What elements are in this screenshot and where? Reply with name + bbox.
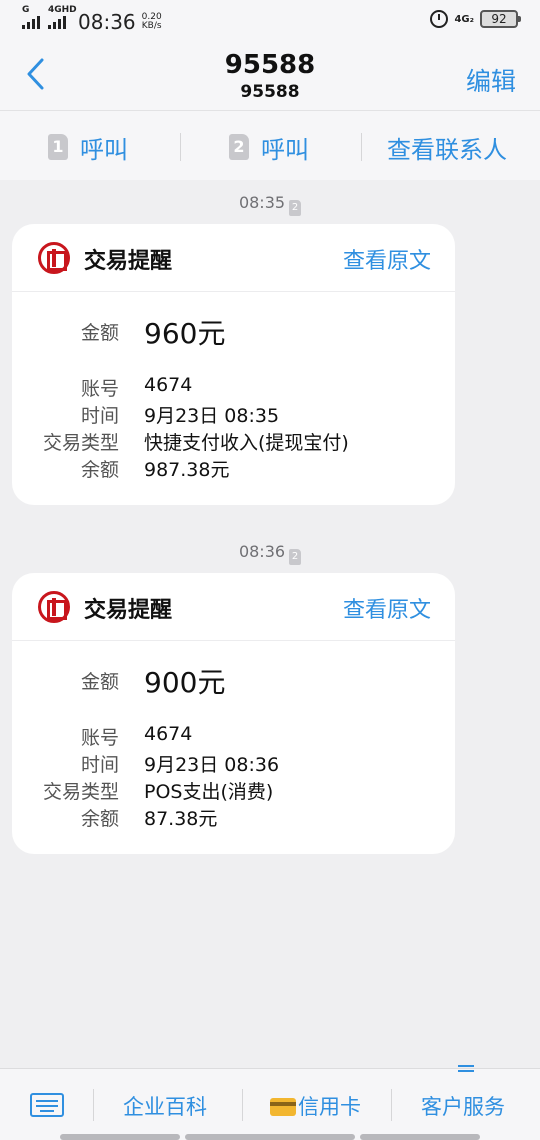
icbc-logo-icon	[38, 591, 70, 623]
amount-value: 900元	[144, 666, 226, 699]
card-header: 交易提醒 查看原文	[12, 224, 455, 292]
contact-number: 95588	[240, 82, 300, 102]
divider	[180, 133, 181, 161]
divider	[242, 1089, 243, 1121]
divider	[391, 1089, 392, 1121]
contact-title: 95588	[224, 50, 316, 80]
nav-handle	[60, 1134, 180, 1140]
sim1-icon: 1	[48, 134, 68, 160]
bottom-menu-bar: 企业百科 信用卡 客户服务	[0, 1065, 540, 1140]
nav-handle	[360, 1134, 480, 1140]
signal-label: G	[22, 5, 30, 15]
keyboard-icon[interactable]	[30, 1093, 64, 1117]
signal-icon: G	[22, 5, 40, 29]
type-label: 交易类型	[42, 432, 119, 454]
message-timestamp: 08:36 2	[0, 542, 540, 565]
customer-service-button[interactable]: 客户服务	[421, 1091, 505, 1121]
credit-card-icon	[270, 1098, 296, 1116]
account-label: 账号	[80, 378, 119, 400]
account-value: 4674	[144, 374, 193, 396]
time-value: 9月23日 08:36	[144, 754, 280, 776]
nav-handle	[185, 1134, 355, 1140]
divider	[361, 133, 362, 161]
card-title: 交易提醒	[84, 249, 173, 274]
balance-label: 余额	[80, 808, 119, 830]
enterprise-encyclopedia-button[interactable]: 企业百科	[123, 1091, 207, 1121]
alarm-icon	[430, 10, 449, 28]
amount-value: 960元	[144, 317, 226, 350]
timestamp-text: 08:36	[238, 542, 286, 561]
message-card[interactable]: 交易提醒 查看原文 金额 960元 账号 4674 时间 9月23日 08:35…	[12, 224, 455, 505]
message-card[interactable]: 交易提醒 查看原文 金额 900元 账号 4674 时间 9月23日 08:36…	[12, 573, 455, 854]
sim-icon: 2	[289, 200, 302, 216]
sim-icon: 2	[289, 549, 302, 565]
timestamp-text: 08:35	[238, 193, 286, 212]
account-label: 账号	[80, 727, 119, 749]
sim2-icon: 2	[229, 134, 249, 160]
balance-value: 987.38元	[144, 459, 230, 481]
menu-icon	[458, 1065, 474, 1075]
amount-label: 金额	[80, 322, 119, 344]
network-4g-label: 4G₂	[454, 13, 474, 25]
speed-unit: KB/s	[141, 21, 162, 31]
type-label: 交易类型	[42, 781, 119, 803]
credit-card-label: 信用卡	[298, 1095, 361, 1119]
action-row: 1 呼叫 2 呼叫 查看联系人	[0, 110, 540, 180]
divider	[93, 1089, 94, 1121]
card-header: 交易提醒 查看原文	[12, 573, 455, 641]
view-contact-label: 查看联系人	[387, 135, 507, 164]
view-contact-button[interactable]: 查看联系人	[387, 131, 507, 164]
time-value: 9月23日 08:35	[144, 405, 280, 427]
time-label: 时间	[80, 754, 119, 776]
network-label: 4GHD	[48, 5, 77, 15]
balance-label: 余额	[80, 459, 119, 481]
call-label: 呼叫	[261, 135, 309, 164]
edit-button[interactable]: 编辑	[466, 62, 516, 98]
status-time: 08:36	[78, 10, 136, 34]
card-title: 交易提醒	[84, 598, 173, 623]
message-timestamp: 08:35 2	[0, 193, 540, 216]
call-sim1-button[interactable]: 1 呼叫	[48, 131, 128, 164]
credit-card-button[interactable]: 信用卡	[270, 1091, 361, 1121]
view-original-button[interactable]: 查看原文	[343, 592, 431, 624]
battery-icon: 92	[480, 10, 521, 28]
type-value: POS支出(消费)	[144, 781, 274, 803]
time-label: 时间	[80, 405, 119, 427]
type-value: 快捷支付收入(提现宝付)	[144, 432, 349, 454]
icbc-logo-icon	[38, 242, 70, 274]
signal-4g-icon: 4GHD	[48, 5, 77, 29]
account-value: 4674	[144, 723, 193, 745]
network-speed: 0.20 KB/s	[142, 13, 162, 31]
status-bar: G 4GHD 08:36 0.20 KB/s 4G₂ 92	[0, 0, 540, 42]
balance-value: 87.38元	[144, 808, 218, 830]
amount-label: 金额	[80, 671, 119, 693]
call-label: 呼叫	[80, 135, 128, 164]
call-sim2-button[interactable]: 2 呼叫	[229, 131, 309, 164]
conversation-header: 95588 95588 编辑	[0, 42, 540, 110]
view-original-button[interactable]: 查看原文	[343, 243, 431, 275]
